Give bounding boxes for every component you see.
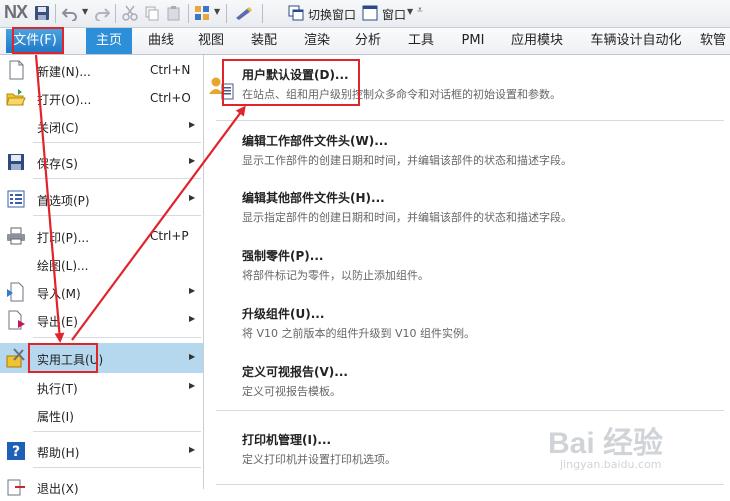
baidu-watermark: Bai 经验 jingyan.baidu.com (548, 427, 664, 471)
arrow-utilities-to-user-defaults (71, 105, 246, 341)
arrow-file-to-utilities (34, 54, 65, 343)
annotation-arrows (34, 54, 246, 343)
